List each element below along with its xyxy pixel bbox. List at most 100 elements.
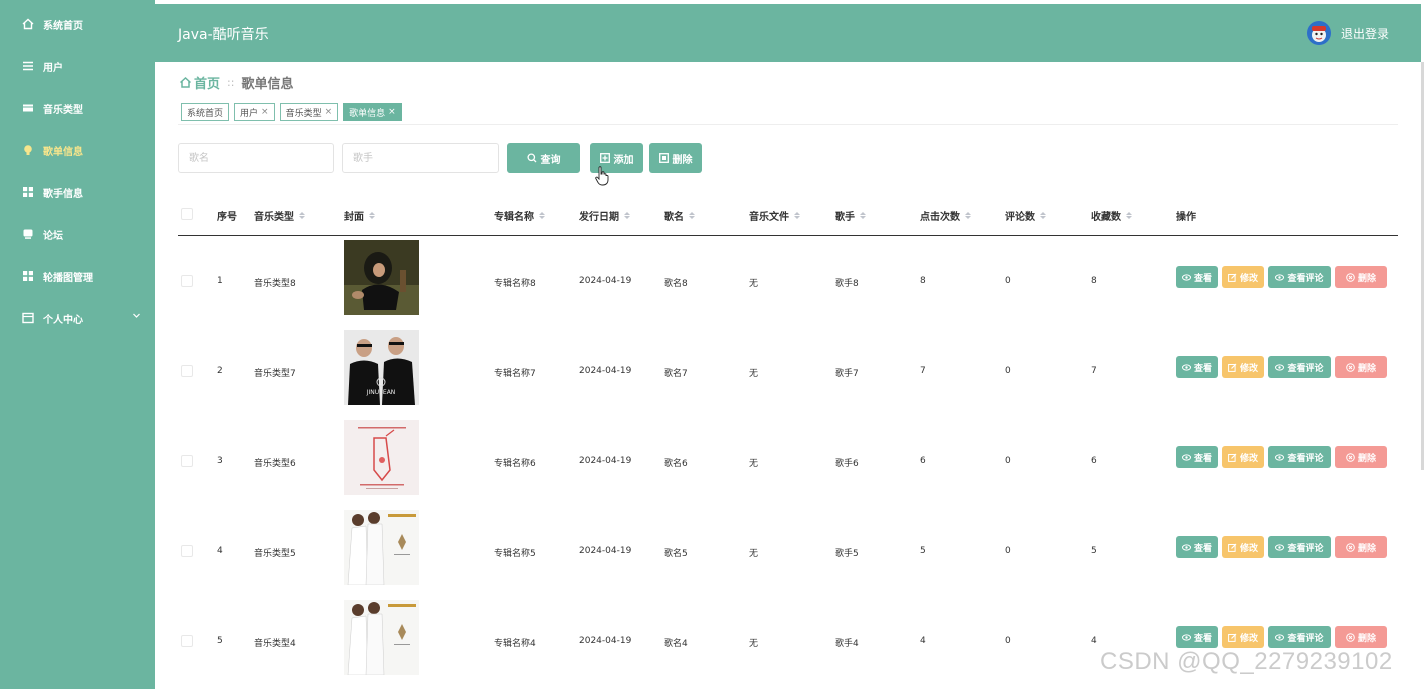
column-header-album[interactable]: 专辑名称 — [494, 208, 545, 223]
delete-button[interactable]: 删除 — [1335, 626, 1387, 648]
query-button[interactable]: 查询 — [507, 143, 580, 173]
cell-comments: 0 — [1005, 636, 1011, 646]
sidebar-item-carousel[interactable]: 轮播图管理 — [0, 264, 155, 288]
column-header-date[interactable]: 发行日期 — [579, 208, 630, 223]
row-checkbox[interactable] — [181, 365, 193, 377]
sort-icon[interactable] — [624, 212, 630, 219]
singer-input[interactable] — [342, 143, 499, 173]
edit-button[interactable]: 修改 — [1222, 536, 1264, 558]
sort-icon[interactable] — [299, 212, 305, 219]
edit-button[interactable]: 修改 — [1222, 626, 1264, 648]
sort-icon[interactable] — [1040, 212, 1046, 219]
column-header-type[interactable]: 音乐类型 — [254, 208, 305, 223]
cell-album: 专辑名称7 — [494, 369, 536, 379]
sidebar-item-forum[interactable]: 论坛 — [0, 222, 155, 246]
batch-delete-button[interactable]: 删除 — [649, 143, 702, 173]
sidebar-item-profile[interactable]: 个人中心 — [0, 306, 155, 330]
sidebar-item-home[interactable]: 系统首页 — [0, 12, 155, 36]
tag-label: 音乐类型 — [285, 108, 322, 119]
sort-icon[interactable] — [794, 212, 800, 219]
cell-album: 专辑名称5 — [494, 549, 536, 559]
delete-button[interactable]: 删除 — [1335, 266, 1387, 288]
eye-icon — [1275, 543, 1285, 552]
sort-icon[interactable] — [965, 212, 971, 219]
sort-icon[interactable] — [689, 212, 695, 219]
view-label: 查看 — [1193, 273, 1212, 284]
eye-icon — [1181, 543, 1191, 552]
cell-song: 歌名4 — [664, 639, 688, 649]
sidebar-item-playlist[interactable]: 歌单信息 — [0, 138, 155, 162]
breadcrumb-home-label: 首页 — [194, 77, 221, 92]
cover-image[interactable] — [344, 240, 419, 315]
row-checkbox[interactable] — [181, 545, 193, 557]
breadcrumb-home[interactable]: 首页 — [179, 73, 220, 92]
column-header-comments[interactable]: 评论数 — [1005, 208, 1046, 223]
cell-clicks: 6 — [920, 456, 926, 466]
sort-icon[interactable] — [369, 212, 375, 219]
cover-image[interactable] — [344, 600, 419, 675]
tag-music-type[interactable]: 音乐类型 × — [279, 103, 339, 121]
edit-button[interactable]: 修改 — [1222, 356, 1264, 378]
view-comments-button[interactable]: 查看评论 — [1268, 356, 1331, 378]
sort-icon[interactable] — [1126, 212, 1132, 219]
column-header-singer[interactable]: 歌手 — [835, 208, 866, 223]
edit-button[interactable]: 修改 — [1222, 446, 1264, 468]
cover-image[interactable] — [344, 420, 419, 495]
view-button[interactable]: 查看 — [1176, 356, 1218, 378]
view-comments-button[interactable]: 查看评论 — [1268, 626, 1331, 648]
edit-label: 修改 — [1239, 363, 1258, 374]
view-comments-button[interactable]: 查看评论 — [1268, 266, 1331, 288]
column-header-clicks[interactable]: 点击次数 — [920, 208, 971, 223]
close-icon[interactable]: × — [261, 107, 269, 117]
close-icon[interactable]: × — [325, 107, 333, 117]
select-all-checkbox[interactable] — [181, 208, 193, 220]
column-header-file[interactable]: 音乐文件 — [749, 208, 800, 223]
view-button[interactable]: 查看 — [1176, 536, 1218, 558]
close-icon[interactable]: × — [388, 107, 396, 117]
delete-button[interactable]: 删除 — [1335, 536, 1387, 558]
tag-home[interactable]: 系统首页 — [181, 103, 230, 121]
view-comments-button[interactable]: 查看评论 — [1268, 536, 1331, 558]
row-actions: 查看 修改 查看评论 删除 — [1176, 626, 1391, 648]
view-button[interactable]: 查看 — [1176, 446, 1218, 468]
close-circle-icon — [1346, 542, 1355, 552]
row-checkbox[interactable] — [181, 275, 193, 287]
sidebar-item-music-type[interactable]: 音乐类型 — [0, 96, 155, 120]
edit-icon — [1228, 363, 1237, 372]
column-header-song[interactable]: 歌名 — [664, 208, 695, 223]
column-header-cover[interactable]: 封面 — [344, 208, 375, 223]
eye-icon — [1275, 453, 1285, 462]
tag-users[interactable]: 用户 × — [234, 103, 275, 121]
row-checkbox[interactable] — [181, 455, 193, 467]
eye-icon — [1275, 273, 1285, 282]
cover-image[interactable]: JINUSEAN — [344, 330, 419, 405]
column-header-favorites[interactable]: 收藏数 — [1091, 208, 1132, 223]
column-label: 专辑名称 — [494, 212, 534, 223]
tags-view: 系统首页 用户 × 音乐类型 × 歌单信息 × — [181, 103, 407, 121]
home-icon — [22, 18, 34, 30]
cover-image[interactable] — [344, 510, 419, 585]
avatar[interactable] — [1307, 21, 1331, 45]
tag-label: 用户 — [240, 108, 259, 119]
song-name-input[interactable] — [178, 143, 334, 173]
logout-button[interactable]: 退出登录 — [1341, 25, 1389, 42]
row-checkbox[interactable] — [181, 635, 193, 647]
delete-button[interactable]: 删除 — [1335, 356, 1387, 378]
search-icon — [526, 153, 537, 163]
row-actions: 查看 修改 查看评论 删除 — [1176, 356, 1391, 378]
view-label: 查看 — [1193, 363, 1212, 374]
sort-icon[interactable] — [860, 212, 866, 219]
eye-icon — [1181, 363, 1191, 372]
sidebar: 系统首页 用户 音乐类型 歌单信息 歌手信息 论坛 轮播图管理 个人中心 — [0, 0, 155, 689]
sidebar-item-singer[interactable]: 歌手信息 — [0, 180, 155, 204]
cell-favorites: 6 — [1091, 456, 1097, 466]
edit-button[interactable]: 修改 — [1222, 266, 1264, 288]
view-button[interactable]: 查看 — [1176, 266, 1218, 288]
tag-playlist[interactable]: 歌单信息 × — [343, 103, 402, 121]
chevron-down-icon[interactable] — [132, 311, 141, 323]
sidebar-item-users[interactable]: 用户 — [0, 54, 155, 78]
sort-icon[interactable] — [539, 212, 545, 219]
view-comments-button[interactable]: 查看评论 — [1268, 446, 1331, 468]
delete-button[interactable]: 删除 — [1335, 446, 1387, 468]
view-button[interactable]: 查看 — [1176, 626, 1218, 648]
